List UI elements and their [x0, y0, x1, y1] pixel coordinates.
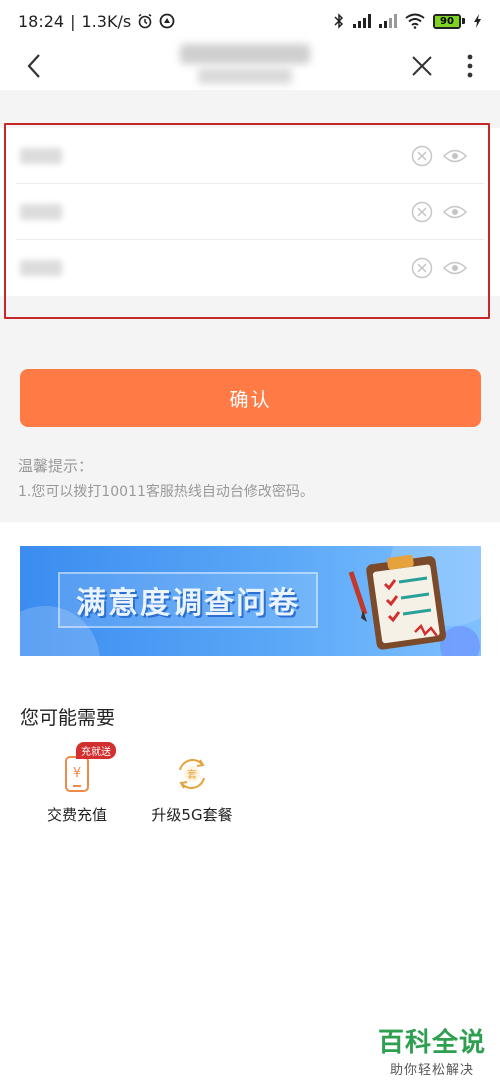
- status-bar: 18:24 | 1.3K/s 90: [0, 0, 500, 42]
- page-title-blurred: [180, 44, 310, 88]
- alarm-icon: [138, 13, 152, 29]
- form-row-new-password: [0, 184, 500, 240]
- show-password-button[interactable]: [442, 144, 468, 168]
- clear-button[interactable]: [410, 256, 434, 280]
- form-row-confirm-password: [0, 240, 500, 296]
- field-label-blurred: [20, 204, 62, 220]
- recommend-title: 您可能需要: [20, 707, 116, 729]
- battery-icon: 90: [433, 13, 465, 29]
- field-label-blurred: [20, 260, 62, 276]
- more-button[interactable]: [452, 48, 488, 84]
- tips-line: 1.您可以拨打10011客服热线自动台修改密码。: [18, 484, 314, 500]
- banner-title-box: 满意度调查问卷: [58, 572, 318, 628]
- recommend-item-label: 升级5G套餐: [151, 806, 233, 824]
- chevron-left-icon: [27, 54, 40, 78]
- promo-badge: 充就送: [76, 742, 116, 759]
- form-row-old-password: [0, 128, 500, 184]
- recommend-item-recharge[interactable]: ¥ 交费充值: [27, 752, 127, 832]
- tips-title: 温馨提示：: [18, 457, 94, 475]
- new-password-input[interactable]: [80, 201, 380, 223]
- bluetooth-icon: [334, 13, 344, 29]
- clear-circle-icon: [411, 257, 433, 279]
- confirm-password-input[interactable]: [80, 257, 380, 279]
- show-password-button[interactable]: [442, 200, 468, 224]
- status-time: 18:24: [18, 11, 65, 31]
- battery-level: 90: [435, 15, 459, 27]
- watermark-sub: 助你轻松解决: [389, 1063, 474, 1078]
- clear-circle-icon: [411, 145, 433, 167]
- svg-text:套: 套: [187, 768, 197, 781]
- status-speed: 1.3K/s: [81, 11, 132, 31]
- back-button[interactable]: [16, 48, 52, 84]
- screenshot-notice-blurred: [175, 903, 325, 923]
- signal-icon: [353, 14, 371, 28]
- charging-icon: [474, 14, 481, 28]
- clear-button[interactable]: [410, 144, 434, 168]
- package-upgrade-icon: 套: [172, 752, 212, 796]
- field-label-blurred: [20, 148, 62, 164]
- close-icon: [412, 56, 432, 76]
- show-password-button[interactable]: [442, 256, 468, 280]
- wifi-icon: [405, 13, 425, 29]
- recommend-item-label: 交费充值: [46, 806, 107, 824]
- password-form: [0, 128, 500, 296]
- clipboard-checklist-icon: [348, 554, 446, 650]
- nav-bar: [0, 42, 500, 90]
- old-password-input[interactable]: [80, 145, 380, 167]
- recommend-item-5g-upgrade[interactable]: 套 升级5G套餐: [142, 752, 242, 832]
- eye-icon: [443, 205, 467, 219]
- app-notification-icon: [159, 13, 175, 29]
- more-vertical-icon: [467, 54, 473, 78]
- confirm-button[interactable]: 确认: [20, 369, 481, 427]
- eye-icon: [443, 261, 467, 275]
- eye-icon: [443, 149, 467, 163]
- banner-title: 满意度调查问卷: [76, 586, 300, 621]
- watermark-main: 百科全说: [377, 1028, 486, 1058]
- svg-text:¥: ¥: [73, 766, 81, 781]
- watermark-logo: 百科全说 助你轻松解决: [376, 1022, 488, 1078]
- clear-button[interactable]: [410, 200, 434, 224]
- survey-banner[interactable]: 满意度调查问卷: [20, 546, 481, 656]
- clear-circle-icon: [411, 201, 433, 223]
- close-button[interactable]: [404, 48, 440, 84]
- signal-icon-2: [379, 14, 397, 28]
